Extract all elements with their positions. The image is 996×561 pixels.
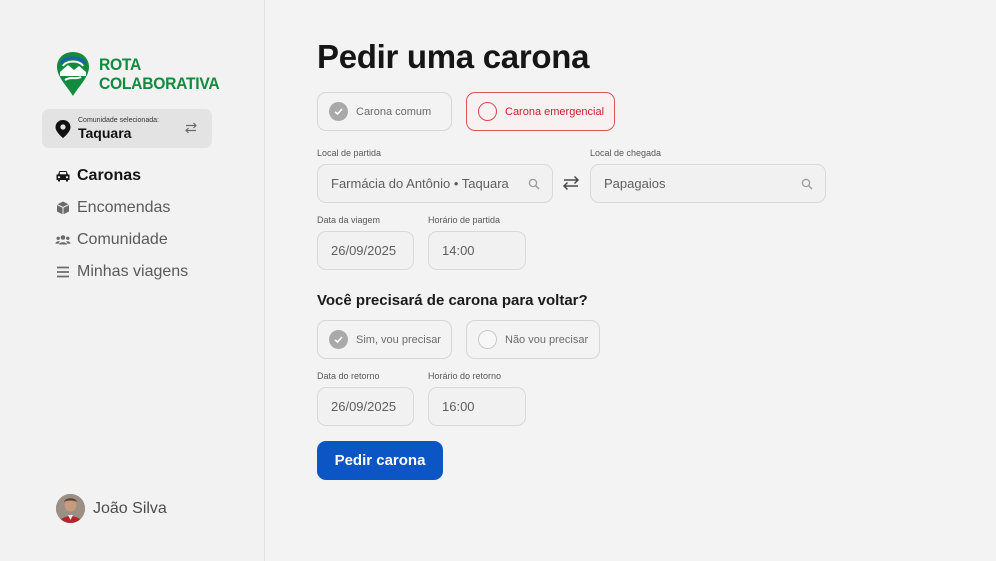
arrival-value: Papagaios [604, 176, 666, 191]
nav-label-caronas: Caronas [77, 167, 142, 184]
search-icon [528, 178, 540, 190]
brand-name: ROTA COLABORATIVA [99, 55, 220, 93]
ride-type-common-label: Carona comum [356, 105, 432, 118]
submit-button[interactable]: Pedir carona [317, 441, 443, 480]
trip-time-value: 14:00 [442, 243, 475, 258]
swap-icon[interactable] [184, 121, 198, 135]
brand-line-1: ROTA [99, 55, 142, 74]
map-pin-icon [55, 119, 71, 138]
logo-icon [57, 52, 89, 96]
nav-item-minhas-viagens[interactable]: Minhas viagens [55, 256, 188, 288]
trip-time-label: Horário de partida [428, 215, 501, 225]
check-icon [329, 102, 348, 121]
list-icon [57, 266, 69, 278]
trip-time-input[interactable]: 14:00 [428, 231, 526, 270]
community-label: Comunidade selecionada: [78, 116, 159, 124]
return-time-label: Horário do retorno [428, 371, 502, 381]
trip-date-input[interactable]: 26/09/2025 [317, 231, 414, 270]
return-yes-label: Sim, vou precisar [356, 333, 441, 346]
return-no-option[interactable]: Não vou precisar [466, 320, 600, 359]
departure-label: Local de partida [317, 148, 382, 158]
sidebar: ROTA COLABORATIVA Comunidade selecionada… [0, 0, 265, 561]
nav-label-encomendas: Encomendas [77, 199, 171, 216]
nav-label-minhas-viagens: Minhas viagens [77, 263, 189, 280]
arrival-input[interactable]: Papagaios [590, 164, 826, 203]
return-time-value: 16:00 [442, 399, 475, 414]
return-time-input[interactable]: 16:00 [428, 387, 526, 426]
trip-date-value: 26/09/2025 [331, 243, 397, 258]
community-selector[interactable]: Comunidade selecionada: Taquara [42, 109, 212, 148]
nav-item-encomendas[interactable]: Encomendas [55, 192, 188, 224]
radio-circle-icon [478, 330, 497, 349]
page-title: Pedir uma carona [317, 38, 590, 75]
nav-label-comunidade: Comunidade [77, 231, 168, 248]
main-nav: Caronas Encomendas Comunidade Minhas via… [55, 160, 188, 288]
departure-input[interactable]: Farmácia do Antônio • Taquara [317, 164, 553, 203]
car-icon [56, 171, 70, 182]
swap-locations-icon[interactable] [562, 174, 580, 192]
radio-circle-icon [478, 102, 497, 121]
return-date-input[interactable]: 26/09/2025 [317, 387, 414, 426]
nav-item-comunidade[interactable]: Comunidade [55, 224, 188, 256]
ride-type-common[interactable]: Carona comum [317, 92, 452, 131]
nav-item-caronas[interactable]: Caronas [55, 160, 188, 192]
return-date-label: Data do retorno [317, 371, 380, 381]
return-question: Você precisará de carona para voltar? [317, 292, 588, 309]
ride-type-emergency[interactable]: Carona emergencial [466, 92, 615, 131]
package-icon [56, 201, 70, 215]
return-no-label: Não vou precisar [505, 333, 589, 346]
check-icon [329, 330, 348, 349]
departure-value: Farmácia do Antônio • Taquara [331, 176, 509, 191]
logo[interactable]: ROTA COLABORATIVA [55, 50, 230, 98]
return-date-value: 26/09/2025 [331, 399, 397, 414]
user-name: João Silva [93, 499, 167, 517]
brand-line-2: COLABORATIVA [99, 74, 220, 93]
return-yes-option[interactable]: Sim, vou precisar [317, 320, 452, 359]
trip-date-label: Data da viagem [317, 215, 381, 225]
avatar [56, 494, 85, 523]
users-icon [55, 235, 71, 245]
search-icon [801, 178, 813, 190]
user-profile[interactable]: João Silva [56, 494, 167, 523]
community-name: Taquara [78, 124, 132, 141]
ride-type-emergency-label: Carona emergencial [505, 105, 605, 118]
arrival-label: Local de chegada [590, 148, 662, 158]
